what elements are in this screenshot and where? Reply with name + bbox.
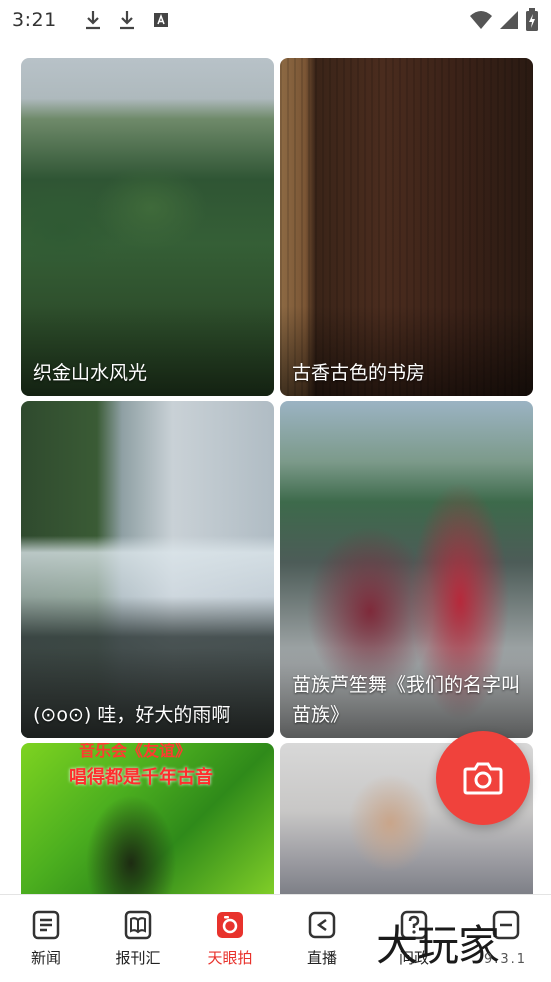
feed-card[interactable]: 音乐会《友谊》 唱得都是千年古音 — [21, 743, 274, 894]
thumbnail-overlay-text: 唱得都是千年古音 — [69, 767, 213, 788]
feed-card[interactable]: 古香古色的书房 — [280, 58, 533, 396]
book-icon — [124, 910, 152, 940]
camera-eye-icon — [217, 912, 243, 938]
watermark-text: 大玩家 — [376, 921, 500, 970]
camera-icon — [463, 762, 503, 795]
nav-item-magazines[interactable]: 报刊汇 — [92, 909, 184, 968]
font-icon — [153, 13, 168, 27]
feed-card[interactable]: 苗族芦笙舞《我们的名字叫苗族》 — [280, 401, 533, 738]
card-caption: 苗族芦笙舞《我们的名字叫苗族》 — [292, 674, 521, 726]
download-icon — [85, 11, 100, 30]
watermark-small-text: 9.3.1 — [484, 952, 528, 967]
card-caption: 织金山水风光 — [33, 362, 148, 384]
thumbnail-overlay-text: 音乐会《友谊》 — [79, 743, 192, 760]
camera-fab-button[interactable] — [436, 731, 530, 825]
status-notification-icons — [83, 9, 171, 31]
status-bar: 3:21 — [0, 0, 551, 40]
status-system-icons — [469, 8, 539, 32]
nav-item-live[interactable]: 直播 — [276, 909, 368, 968]
signal-icon — [500, 11, 518, 29]
feed-card[interactable]: (⊙o⊙) 哇，好大的雨啊 — [21, 401, 274, 738]
live-icon — [308, 911, 336, 939]
nav-label: 天眼拍 — [207, 949, 253, 967]
nav-label: 新闻 — [30, 949, 61, 967]
nav-item-news[interactable]: 新闻 — [0, 909, 92, 968]
card-caption: (⊙o⊙) 哇，好大的雨啊 — [33, 704, 231, 726]
watermark: 大玩家 9.3.1 — [376, 912, 546, 972]
news-icon — [32, 910, 60, 940]
feed-card[interactable]: 织金山水风光 — [21, 58, 274, 396]
nav-label: 报刊汇 — [115, 949, 161, 967]
download-icon — [119, 11, 134, 30]
battery-icon — [526, 8, 538, 31]
nav-label: 直播 — [306, 949, 337, 967]
nav-item-tianyanpai[interactable]: 天眼拍 — [184, 909, 276, 968]
status-time: 3:21 — [12, 9, 57, 31]
card-caption: 古香古色的书房 — [292, 362, 426, 384]
music-concert-thumbnail: 音乐会《友谊》 唱得都是千年古音 — [21, 743, 274, 894]
wifi-icon — [470, 11, 492, 29]
